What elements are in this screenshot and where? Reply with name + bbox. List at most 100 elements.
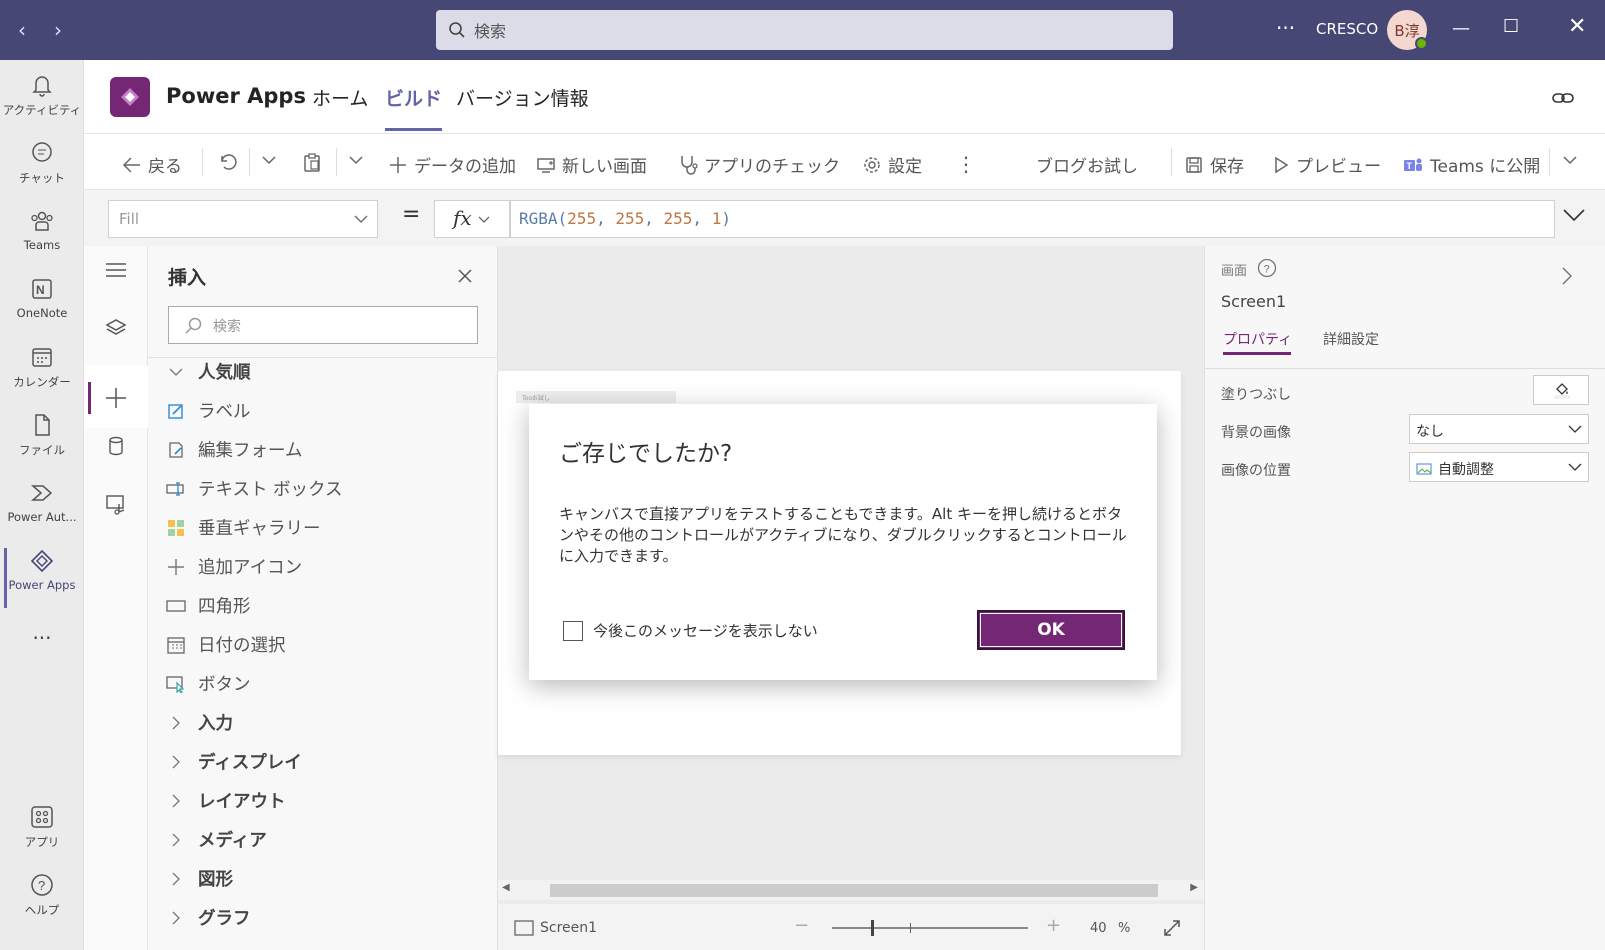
save-button[interactable]: 保存 (1184, 152, 1244, 177)
dont-show-again-checkbox[interactable]: 今後このメッセージを表示しない (563, 620, 818, 641)
publish-dropdown[interactable] (1562, 152, 1578, 168)
rail-item-files[interactable]: ファイル (0, 412, 84, 458)
tab-build[interactable]: ビルド (385, 84, 443, 131)
group-display[interactable]: ディスプレイ (166, 749, 302, 774)
zoom-slider[interactable] (832, 927, 1028, 929)
hamburger-icon[interactable] (104, 260, 128, 280)
rail-item-power-automate[interactable]: Power Aut... (0, 480, 84, 524)
new-screen-button[interactable]: 新しい画面 (536, 152, 647, 177)
rail-item-help[interactable]: ? ヘルプ (0, 872, 84, 918)
group-charts[interactable]: グラフ (166, 905, 251, 930)
maximize-icon[interactable]: ☐ (1503, 16, 1519, 37)
rail-item-apps[interactable]: アプリ (0, 804, 84, 850)
group-input[interactable]: 入力 (166, 710, 233, 735)
group-shapes[interactable]: 図形 (166, 866, 233, 891)
publish-teams-button[interactable]: T Teams に公開 (1402, 152, 1540, 177)
database-icon[interactable] (104, 434, 128, 458)
chevron-down-icon (354, 215, 368, 223)
rail-item-teams[interactable]: Teams (0, 208, 84, 252)
zoom-slider-thumb[interactable] (871, 920, 874, 936)
forward-nav-icon[interactable]: › (54, 18, 62, 42)
add-data-button[interactable]: データの追加 (388, 152, 516, 177)
background-image-label: 背景の画像 (1221, 425, 1291, 441)
function-picker[interactable]: fx (434, 200, 510, 238)
group-media[interactable]: メディア (166, 827, 267, 852)
fit-to-window-icon[interactable] (1162, 918, 1182, 938)
more-options-icon[interactable]: ··· (1276, 16, 1295, 40)
insert-search-input[interactable]: 検索 (168, 306, 478, 344)
rail-item-calendar[interactable]: カレンダー (0, 344, 84, 390)
zoom-out-icon[interactable]: − (794, 915, 809, 936)
rail-item-activity[interactable]: アクティビティ (0, 72, 84, 118)
paste-dropdown[interactable] (348, 152, 364, 168)
back-button[interactable]: 戻る (122, 152, 182, 177)
canvas-text-label[interactable]: Tooお試し (516, 391, 676, 403)
zoom-unit: % (1118, 921, 1131, 936)
panel-section-type: 画面 (1221, 264, 1248, 279)
insert-plus-icon[interactable] (104, 386, 128, 410)
current-screen-name[interactable]: Screen1 (540, 920, 597, 936)
paste-button[interactable] (302, 152, 322, 172)
image-position-select[interactable]: 自動調整 (1409, 452, 1589, 482)
tab-advanced[interactable]: 詳細設定 (1323, 329, 1379, 349)
property-selector[interactable]: Fill (108, 200, 378, 238)
chat-icon (32, 142, 52, 162)
item-label: 日付の選択 (198, 636, 286, 656)
checkbox-label: 今後このメッセージを表示しない (593, 622, 818, 640)
scroll-left-icon[interactable]: ◀ (502, 882, 510, 893)
preview-button[interactable]: プレビュー (1272, 152, 1381, 177)
app-title[interactable]: ブログお試し (1036, 152, 1138, 177)
scrollbar-thumb[interactable] (550, 884, 1158, 897)
group-layout[interactable]: レイアウト (166, 788, 286, 813)
more-commands-icon[interactable]: ⋮ (956, 152, 976, 176)
undo-dropdown[interactable] (261, 152, 277, 168)
tab-properties[interactable]: プロパティ (1223, 329, 1292, 349)
zoom-value[interactable]: 40 (1090, 921, 1107, 936)
insert-item-vertical-gallery[interactable]: 垂直ギャラリー (166, 515, 321, 540)
add-data-label: データの追加 (414, 157, 516, 177)
ok-button[interactable]: OK (977, 610, 1125, 650)
expand-formula-icon[interactable] (1563, 208, 1585, 222)
org-name[interactable]: CRESCO (1316, 20, 1378, 38)
rail-item-power-apps[interactable]: Power Apps (0, 548, 84, 608)
zoom-in-icon[interactable]: + (1046, 915, 1061, 936)
fill-color-picker[interactable] (1533, 375, 1589, 405)
minimize-icon[interactable]: — (1452, 18, 1470, 39)
horizontal-scrollbar[interactable]: ◀ ▶ (498, 880, 1204, 900)
background-image-select[interactable]: なし (1409, 414, 1589, 444)
insert-item-add-icon[interactable]: 追加アイコン (166, 554, 302, 579)
insert-item-date-picker[interactable]: 日付の選択 (166, 632, 286, 657)
back-nav-icon[interactable]: ‹ (18, 18, 26, 42)
app-check-button[interactable]: アプリのチェック (678, 152, 840, 177)
rail-label: カレンダー (13, 375, 71, 389)
scroll-right-icon[interactable]: ▶ (1190, 882, 1198, 893)
did-you-know-dialog: ご存じでしたか? キャンバスで直接アプリをテストすることもできます。Alt キー… (529, 404, 1157, 680)
global-search-input[interactable]: 検索 (436, 10, 1173, 50)
insert-item-text-box[interactable]: テキスト ボックス (166, 476, 343, 501)
group-popular[interactable]: 人気順 (166, 359, 251, 384)
rail-item-onenote[interactable]: N OneNote (0, 276, 84, 320)
media-icon[interactable] (104, 492, 128, 516)
insert-item-label[interactable]: ラベル (166, 398, 251, 423)
rail-more[interactable]: ··· (0, 626, 84, 650)
insert-item-button[interactable]: ボタン (166, 671, 251, 696)
rail-item-chat[interactable]: チャット (0, 140, 84, 186)
settings-button[interactable]: 設定 (862, 152, 922, 177)
date-picker-icon (167, 636, 185, 654)
new-screen-icon (537, 157, 555, 173)
close-window-icon[interactable]: ✕ (1568, 14, 1586, 39)
insert-item-edit-form[interactable]: 編集フォーム (166, 437, 302, 462)
tab-about[interactable]: バージョン情報 (456, 84, 589, 111)
close-icon[interactable] (457, 268, 473, 284)
insert-item-rectangle[interactable]: 四角形 (166, 593, 251, 618)
undo-button[interactable] (217, 152, 237, 172)
link-icon[interactable] (1551, 86, 1575, 110)
formula-input[interactable]: RGBA(255, 255, 255, 1) (510, 200, 1555, 238)
tab-home[interactable]: ホーム (312, 84, 368, 111)
group-label: レイアウト (198, 792, 286, 812)
chevron-right-icon[interactable] (1561, 266, 1573, 286)
layers-icon[interactable] (104, 316, 128, 340)
help-icon[interactable]: ? (1257, 258, 1277, 278)
avatar[interactable]: B淳 (1387, 10, 1428, 50)
checkbox-box[interactable] (563, 620, 583, 641)
